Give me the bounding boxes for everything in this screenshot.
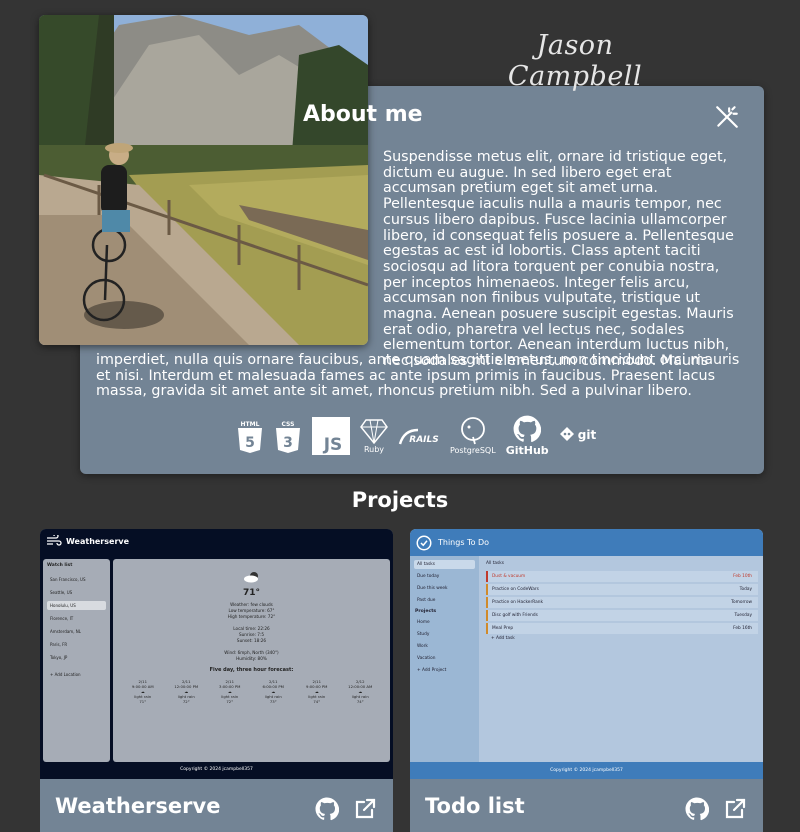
filter-item: Due today [417,574,440,579]
task-row: Practice on CodeWars Today [486,584,758,595]
forecast-title: Five day, three hour forecast: [209,667,294,673]
github-icon: GitHub [506,415,549,457]
task-row: Dust & vacuum Feb 10th [486,571,758,582]
project-item: Study [417,632,430,637]
filter-item: Past due [417,598,436,603]
projects-title: Projects [351,488,449,512]
add-task: + Add task [491,636,515,641]
html5-icon: HTML 5 [236,418,264,454]
forecast-day: 2/11 6:00:00 PM ☁ light rain 73° [262,679,284,704]
forecast-day: 2/12 12:00:00 AM ☁ light rain 74° [348,679,373,704]
project-card-weatherserve: Weatherserve Watch list San Francisco, U… [40,529,393,832]
git-icon: git [559,426,599,446]
github-label: GitHub [505,444,549,457]
forecast-day: 2/11 12:00:00 PM ☁ light rain 72° [174,679,199,704]
check-badge-icon [416,535,432,550]
add-location: + Add Location [50,672,81,677]
project-item: Home [417,620,430,625]
project-item: Work [417,644,428,649]
filter-item: All tasks [414,560,475,569]
weatherserve-header: Weatherserve [46,535,129,547]
task-row: Disc golf with Friends Tuesday [486,610,758,621]
svg-text:HTML: HTML [241,421,260,428]
javascript-icon: JS [312,417,350,455]
github-link-icon[interactable] [315,797,340,821]
project-item: Vacation [417,656,436,661]
city-item: Paris, FR [50,642,68,647]
svg-text:3: 3 [283,435,293,451]
current-temp: 71° [242,588,261,598]
project-name: Weatherserve [55,794,221,818]
watch-list-title: Watch list [47,563,73,568]
forecast-day: 2/11 3:00:00 PM ☁ light rain 72° [219,679,241,704]
github-link-icon[interactable] [685,797,710,821]
city-item: Honolulu, US [47,601,106,610]
svg-text:5: 5 [245,435,255,451]
city-item: Tokyo, JP [50,655,68,660]
forecast-list: 2/11 9:00:00 AM ☁ light rain 71° 2/11 12:00:0… [113,679,390,704]
task-row: Meal Prep Feb 16th [486,623,758,634]
svg-text:RAILS: RAILS [409,435,438,445]
city-item: Amsterdam, NL [50,629,81,634]
city-item: Florence, IT [50,616,74,621]
ruby-label: Ruby [363,445,385,454]
rails-icon: RAILS [398,426,440,446]
about-title: About me [303,102,423,127]
bio-text-continued: imperdiet, nulla quis ornare faucibus, a… [96,352,740,400]
task-row: Practice on HackerRank Tomorrow [486,597,758,608]
weatherserve-screenshot[interactable]: Weatherserve Watch list San Francisco, U… [40,529,393,779]
task-list-heading: All tasks [486,561,504,566]
postgresql-icon: PostgreSQL [450,417,496,455]
weatherserve-footer: Copyright © 2024 jcampbell357 [180,767,253,772]
add-project: + Add Project [417,668,447,673]
todo-screenshot[interactable]: Things To Do All tasks Due today Due thi… [410,529,763,779]
todo-footer: Copyright © 2024 jcampbell357 [410,762,763,779]
projects-heading: Projects [415,609,437,614]
weather-details: 71° Weather: few clouds Low temperature:… [113,559,390,762]
yosemite-bike-photo [39,15,368,345]
cloud-icon [243,572,258,583]
weatherserve-app-title: Weatherserve [66,536,130,546]
svg-text:CSS: CSS [282,421,295,428]
bio-text: Suspendisse metus elit, ornare id tristi… [383,149,734,370]
project-card-todo: Things To Do All tasks Due today Due thi… [410,529,763,832]
magic-wand-icon[interactable] [714,104,740,130]
city-item: San Francisco, US [50,577,86,582]
filter-item: Due this week [417,586,448,591]
external-link-icon[interactable] [723,797,747,821]
signature: Jason Campbell [507,30,643,92]
svg-text:JS: JS [323,435,343,455]
task-list: All tasks Dust & vacuum Feb 10th Practice… [484,559,760,643]
external-link-icon[interactable] [353,797,377,821]
skills-list: HTML 5 CSS 3 JS Ruby RAILS PostgreSQL GitH… [236,414,616,458]
todo-sidebar: All tasks Due today Due this week Past d… [410,556,479,762]
todo-app-title: Things To Do [438,538,490,547]
city-item: Seattle, US [50,590,73,595]
todo-header: Things To Do [410,529,763,556]
weatherserve-sidebar: Watch list San Francisco, US Seattle, US… [43,559,110,762]
postgresql-label: PostgreSQL [450,446,496,455]
svg-text:git: git [577,428,596,442]
wind-icon [47,535,62,546]
forecast-day: 2/11 9:00:00 PM ☁ light rain 74° [306,679,328,704]
forecast-day: 2/11 9:00:00 AM ☁ light rain 71° [131,679,154,704]
ruby-icon: Ruby [360,418,388,454]
profile-photo [39,15,368,345]
css3-icon: CSS 3 [274,418,302,454]
project-name: Todo list [425,794,525,818]
